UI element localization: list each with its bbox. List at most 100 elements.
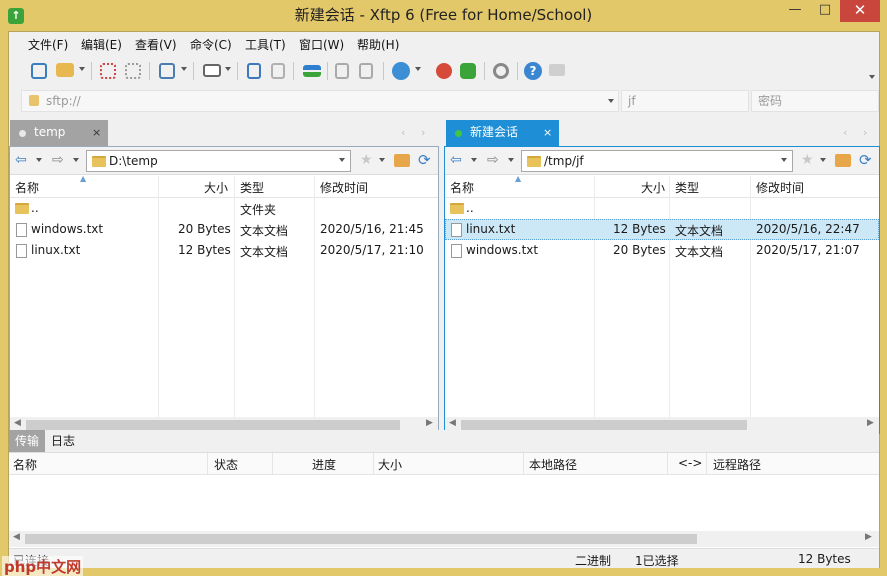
copy-icon[interactable] <box>335 63 349 79</box>
tab-scroll-left-icon[interactable]: ‹ <box>401 126 405 139</box>
table-row[interactable]: .. 文件夹 <box>10 198 438 219</box>
host-dropdown-icon[interactable] <box>608 99 614 103</box>
local-path-field[interactable]: D:\temp <box>86 150 351 172</box>
disconnect-icon[interactable] <box>100 63 116 79</box>
col-type[interactable]: 类型 <box>675 179 699 196</box>
help-icon[interactable]: ? <box>524 62 542 80</box>
close-button[interactable]: ✕ <box>840 0 880 22</box>
username-input[interactable]: jf <box>621 90 749 112</box>
menu-file[interactable]: 文件(F) <box>28 36 68 53</box>
table-row[interactable]: .. <box>445 198 879 219</box>
reconnect-icon[interactable] <box>125 63 141 79</box>
bookmark-dropdown-icon[interactable] <box>820 158 826 162</box>
menu-tools[interactable]: 工具(T) <box>245 36 286 53</box>
open-dropdown-icon[interactable] <box>79 67 85 71</box>
minimize-button[interactable]: — <box>780 0 810 22</box>
col-name[interactable]: 名称 <box>15 179 39 196</box>
gear-icon[interactable] <box>493 63 509 79</box>
refresh-icon[interactable]: ⟳ <box>859 151 872 169</box>
menu-window[interactable]: 窗口(W) <box>299 36 344 53</box>
tab-close-icon[interactable]: × <box>543 120 552 146</box>
forward-icon[interactable]: ⇨ <box>487 152 499 168</box>
col-size[interactable]: 大小 <box>378 456 402 473</box>
xshell-icon[interactable] <box>436 63 452 79</box>
back-icon[interactable]: ⇦ <box>15 152 27 168</box>
menu-command[interactable]: 命令(C) <box>190 36 232 53</box>
col-modified[interactable]: 修改时间 <box>756 179 804 196</box>
scroll-left-icon[interactable]: ◀ <box>449 418 456 428</box>
maximize-button[interactable]: □ <box>810 0 840 22</box>
password-input[interactable]: 密码 <box>751 90 879 112</box>
menu-help[interactable]: 帮助(H) <box>357 36 399 53</box>
toolbar-overflow-icon[interactable] <box>869 75 875 79</box>
xftp-icon[interactable] <box>460 63 476 79</box>
terminal-dropdown-icon[interactable] <box>225 67 231 71</box>
star-icon[interactable]: ★ <box>801 152 814 168</box>
bookmark-dropdown-icon[interactable] <box>379 158 385 162</box>
forward-dropdown-icon[interactable] <box>73 158 79 162</box>
download-icon[interactable] <box>271 63 285 79</box>
upload-icon[interactable] <box>247 63 261 79</box>
scroll-left-icon[interactable]: ◀ <box>13 532 20 542</box>
back-dropdown-icon[interactable] <box>36 158 42 162</box>
new-session-icon[interactable] <box>31 63 47 79</box>
tab-transfer[interactable]: 传输 <box>9 430 45 452</box>
chat-icon[interactable] <box>549 64 565 76</box>
tab-local-temp[interactable]: temp × <box>10 120 108 146</box>
back-icon[interactable]: ⇦ <box>450 152 462 168</box>
globe-icon[interactable] <box>392 62 410 80</box>
path-dropdown-icon[interactable] <box>781 158 787 162</box>
terminal-icon[interactable] <box>203 64 221 77</box>
home-folder-icon[interactable] <box>394 154 410 167</box>
col-size[interactable]: 大小 <box>641 179 665 196</box>
col-local-path[interactable]: 本地路径 <box>529 456 577 473</box>
col-type[interactable]: 类型 <box>240 179 264 196</box>
col-name[interactable]: 名称 <box>450 179 474 196</box>
scroll-right-icon[interactable]: ▶ <box>865 532 872 542</box>
scroll-right-icon[interactable]: ▶ <box>426 418 433 428</box>
scrollbar-thumb[interactable] <box>461 420 747 430</box>
table-row[interactable]: windows.txt 20 Bytes 文本文档 2020/5/16, 21:… <box>10 219 438 240</box>
tab-log[interactable]: 日志 <box>45 430 81 452</box>
home-folder-icon[interactable] <box>835 154 851 167</box>
properties-dropdown-icon[interactable] <box>181 67 187 71</box>
menu-edit[interactable]: 编辑(E) <box>81 36 122 53</box>
paste-icon[interactable] <box>359 63 373 79</box>
col-modified[interactable]: 修改时间 <box>320 179 368 196</box>
table-row[interactable]: windows.txt 20 Bytes 文本文档 2020/5/17, 21:… <box>445 240 879 261</box>
tab-scroll-right-icon[interactable]: › <box>863 126 867 139</box>
back-dropdown-icon[interactable] <box>471 158 477 162</box>
tab-close-icon[interactable]: × <box>92 120 101 146</box>
transfer-tab-strip: 传输 日志 <box>9 430 879 452</box>
col-direction[interactable]: <-> <box>678 456 702 470</box>
horizontal-scrollbar[interactable]: ◀ ▶ <box>9 531 879 547</box>
refresh-icon[interactable]: ⟳ <box>418 151 431 169</box>
scrollbar-thumb[interactable] <box>26 420 400 430</box>
lock-icon <box>29 95 39 106</box>
tab-remote-session[interactable]: 新建会话 × <box>446 120 559 146</box>
path-dropdown-icon[interactable] <box>339 158 345 162</box>
scroll-right-icon[interactable]: ▶ <box>867 418 874 428</box>
col-name[interactable]: 名称 <box>13 456 37 473</box>
table-row-selected[interactable]: linux.txt 12 Bytes 文本文档 2020/5/16, 22:47 <box>445 219 879 240</box>
globe-dropdown-icon[interactable] <box>415 67 421 71</box>
session-properties-icon[interactable] <box>159 63 175 79</box>
scroll-left-icon[interactable]: ◀ <box>14 418 21 428</box>
col-remote-path[interactable]: 远程路径 <box>713 456 761 473</box>
table-row[interactable]: linux.txt 12 Bytes 文本文档 2020/5/17, 21:10 <box>10 240 438 261</box>
tab-scroll-left-icon[interactable]: ‹ <box>843 126 847 139</box>
forward-icon[interactable]: ⇨ <box>52 152 64 168</box>
tab-scroll-right-icon[interactable]: › <box>421 126 425 139</box>
menu-view[interactable]: 查看(V) <box>135 36 177 53</box>
file-modified: 2020/5/17, 21:07 <box>756 243 860 257</box>
col-size[interactable]: 大小 <box>204 179 228 196</box>
open-folder-icon[interactable] <box>56 63 74 77</box>
remote-path-field[interactable]: /tmp/jf <box>521 150 793 172</box>
col-progress[interactable]: 进度 <box>312 456 336 473</box>
host-input[interactable]: sftp:// <box>21 90 619 112</box>
forward-dropdown-icon[interactable] <box>508 158 514 162</box>
col-status[interactable]: 状态 <box>214 456 238 473</box>
star-icon[interactable]: ★ <box>360 152 373 168</box>
transfer-icon[interactable] <box>303 65 321 77</box>
scrollbar-thumb[interactable] <box>25 534 697 544</box>
